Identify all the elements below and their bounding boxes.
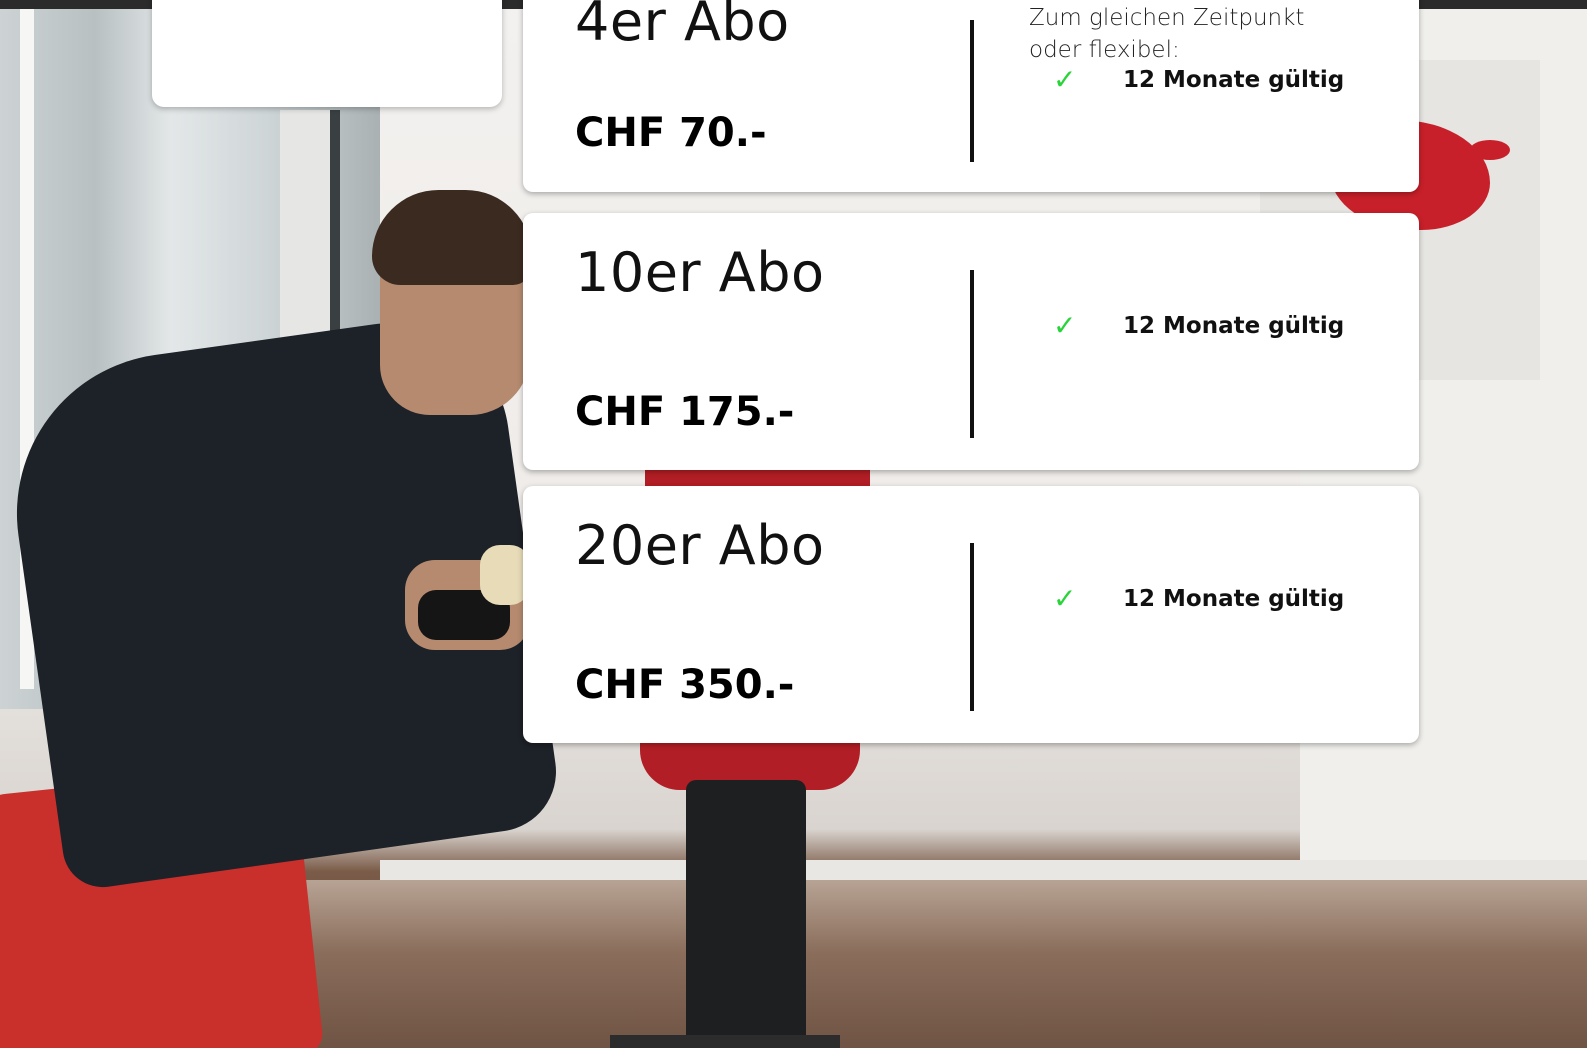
punching-bag-pole: [686, 780, 806, 1063]
plan-price: CHF 350.-: [575, 662, 795, 708]
feature-text: 12 Monate gültig: [1123, 585, 1345, 612]
card-divider: [970, 270, 974, 438]
checkmark-icon: ✓: [1053, 309, 1077, 342]
bottom-edge: [0, 1048, 1587, 1063]
pricing-card-10er[interactable]: 10er Abo CHF 175.- ✓ 12 Monate gültig: [523, 213, 1419, 470]
person-hair: [372, 190, 532, 285]
checkmark-icon: ✓: [1053, 582, 1077, 615]
plan-title: 20er Abo: [575, 514, 825, 577]
plan-price: CHF 175.-: [575, 389, 795, 435]
feature-item: ✓ 12 Monate gültig: [1053, 582, 1344, 615]
plan-title: 10er Abo: [575, 241, 825, 304]
side-card: [152, 0, 502, 107]
card-divider: [970, 543, 974, 711]
feature-text: 12 Monate gültig: [1123, 312, 1345, 339]
pricing-card-4er[interactable]: 4er Abo CHF 70.- Zum gleichen Zeitpunkt …: [523, 0, 1419, 192]
page: 4er Abo CHF 70.- Zum gleichen Zeitpunkt …: [0, 0, 1587, 1063]
red-splash-drop: [1470, 140, 1510, 160]
plan-title: 4er Abo: [575, 0, 790, 53]
checkmark-icon: ✓: [1053, 63, 1077, 96]
pricing-card-20er[interactable]: 20er Abo CHF 350.- ✓ 12 Monate gültig: [523, 486, 1419, 743]
card-divider: [970, 20, 974, 162]
feature-item: ✓ 12 Monate gültig: [1053, 63, 1344, 96]
punching-bag: [645, 470, 870, 486]
feature-text: 12 Monate gültig: [1123, 66, 1345, 93]
plan-price: CHF 70.-: [575, 110, 767, 156]
feature-item: ✓ 12 Monate gültig: [1053, 309, 1344, 342]
plan-note: Zum gleichen Zeitpunkt oder flexibel:: [1029, 5, 1305, 63]
